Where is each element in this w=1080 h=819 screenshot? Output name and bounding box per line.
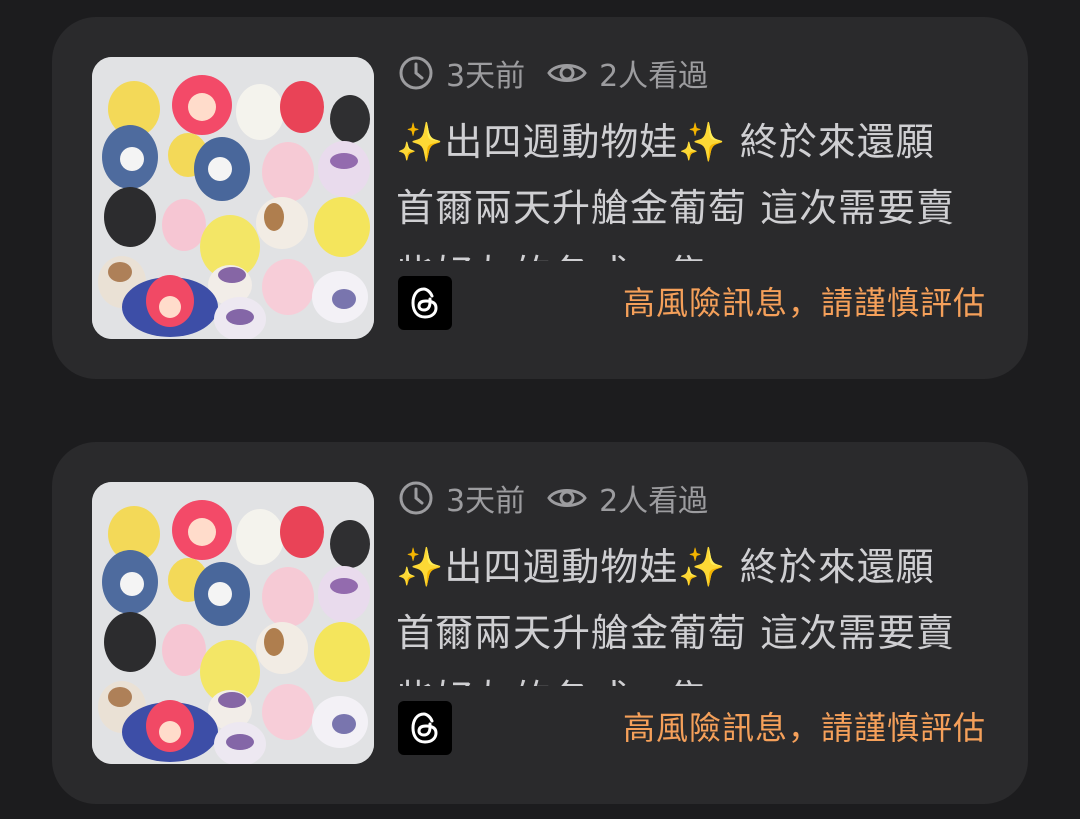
risk-warning: 高風險訊息，請謹慎評估 (622, 284, 986, 322)
views-group: 2人看過 (547, 476, 708, 520)
posted-time: 3天前 (446, 59, 526, 94)
view-count: 2人看過 (599, 59, 709, 94)
listing-title-container[interactable]: ✨出四週動物娃✨ 終於來還願首爾兩天升艙金葡萄 這次需要賣些好友的各式一隻 (396, 109, 966, 261)
listing-title[interactable]: ✨出四週動物娃✨ 終於來還願首爾兩天升艙金葡萄 這次需要賣些好友的各式一隻 (396, 109, 966, 261)
posted-time: 3天前 (446, 484, 526, 519)
clock-icon (398, 480, 434, 516)
eye-icon (547, 484, 587, 512)
listing-thumbnail[interactable] (92, 57, 374, 339)
risk-warning: 高風險訊息，請謹慎評估 (622, 709, 986, 747)
listing-meta: 3天前 2人看過 (398, 49, 708, 97)
clock-icon (398, 55, 434, 91)
view-count: 2人看過 (599, 484, 709, 519)
threads-icon (398, 701, 452, 755)
threads-icon (398, 276, 452, 330)
listing-meta: 3天前 2人看過 (398, 474, 708, 522)
listing-thumbnail[interactable] (92, 482, 374, 764)
listing-card[interactable]: 3天前 2人看過 ✨出四週動物娃✨ 終於來還願首爾兩天升艙金葡萄 這次需要賣些好… (52, 17, 1028, 379)
views-group: 2人看過 (547, 51, 708, 95)
listing-title[interactable]: ✨出四週動物娃✨ 終於來還願首爾兩天升艙金葡萄 這次需要賣些好友的各式一隻 (396, 534, 966, 686)
listing-title-container[interactable]: ✨出四週動物娃✨ 終於來還願首爾兩天升艙金葡萄 這次需要賣些好友的各式一隻 (396, 534, 966, 686)
listing-card[interactable]: 3天前 2人看過 ✨出四週動物娃✨ 終於來還願首爾兩天升艙金葡萄 這次需要賣些好… (52, 442, 1028, 804)
eye-icon (547, 59, 587, 87)
